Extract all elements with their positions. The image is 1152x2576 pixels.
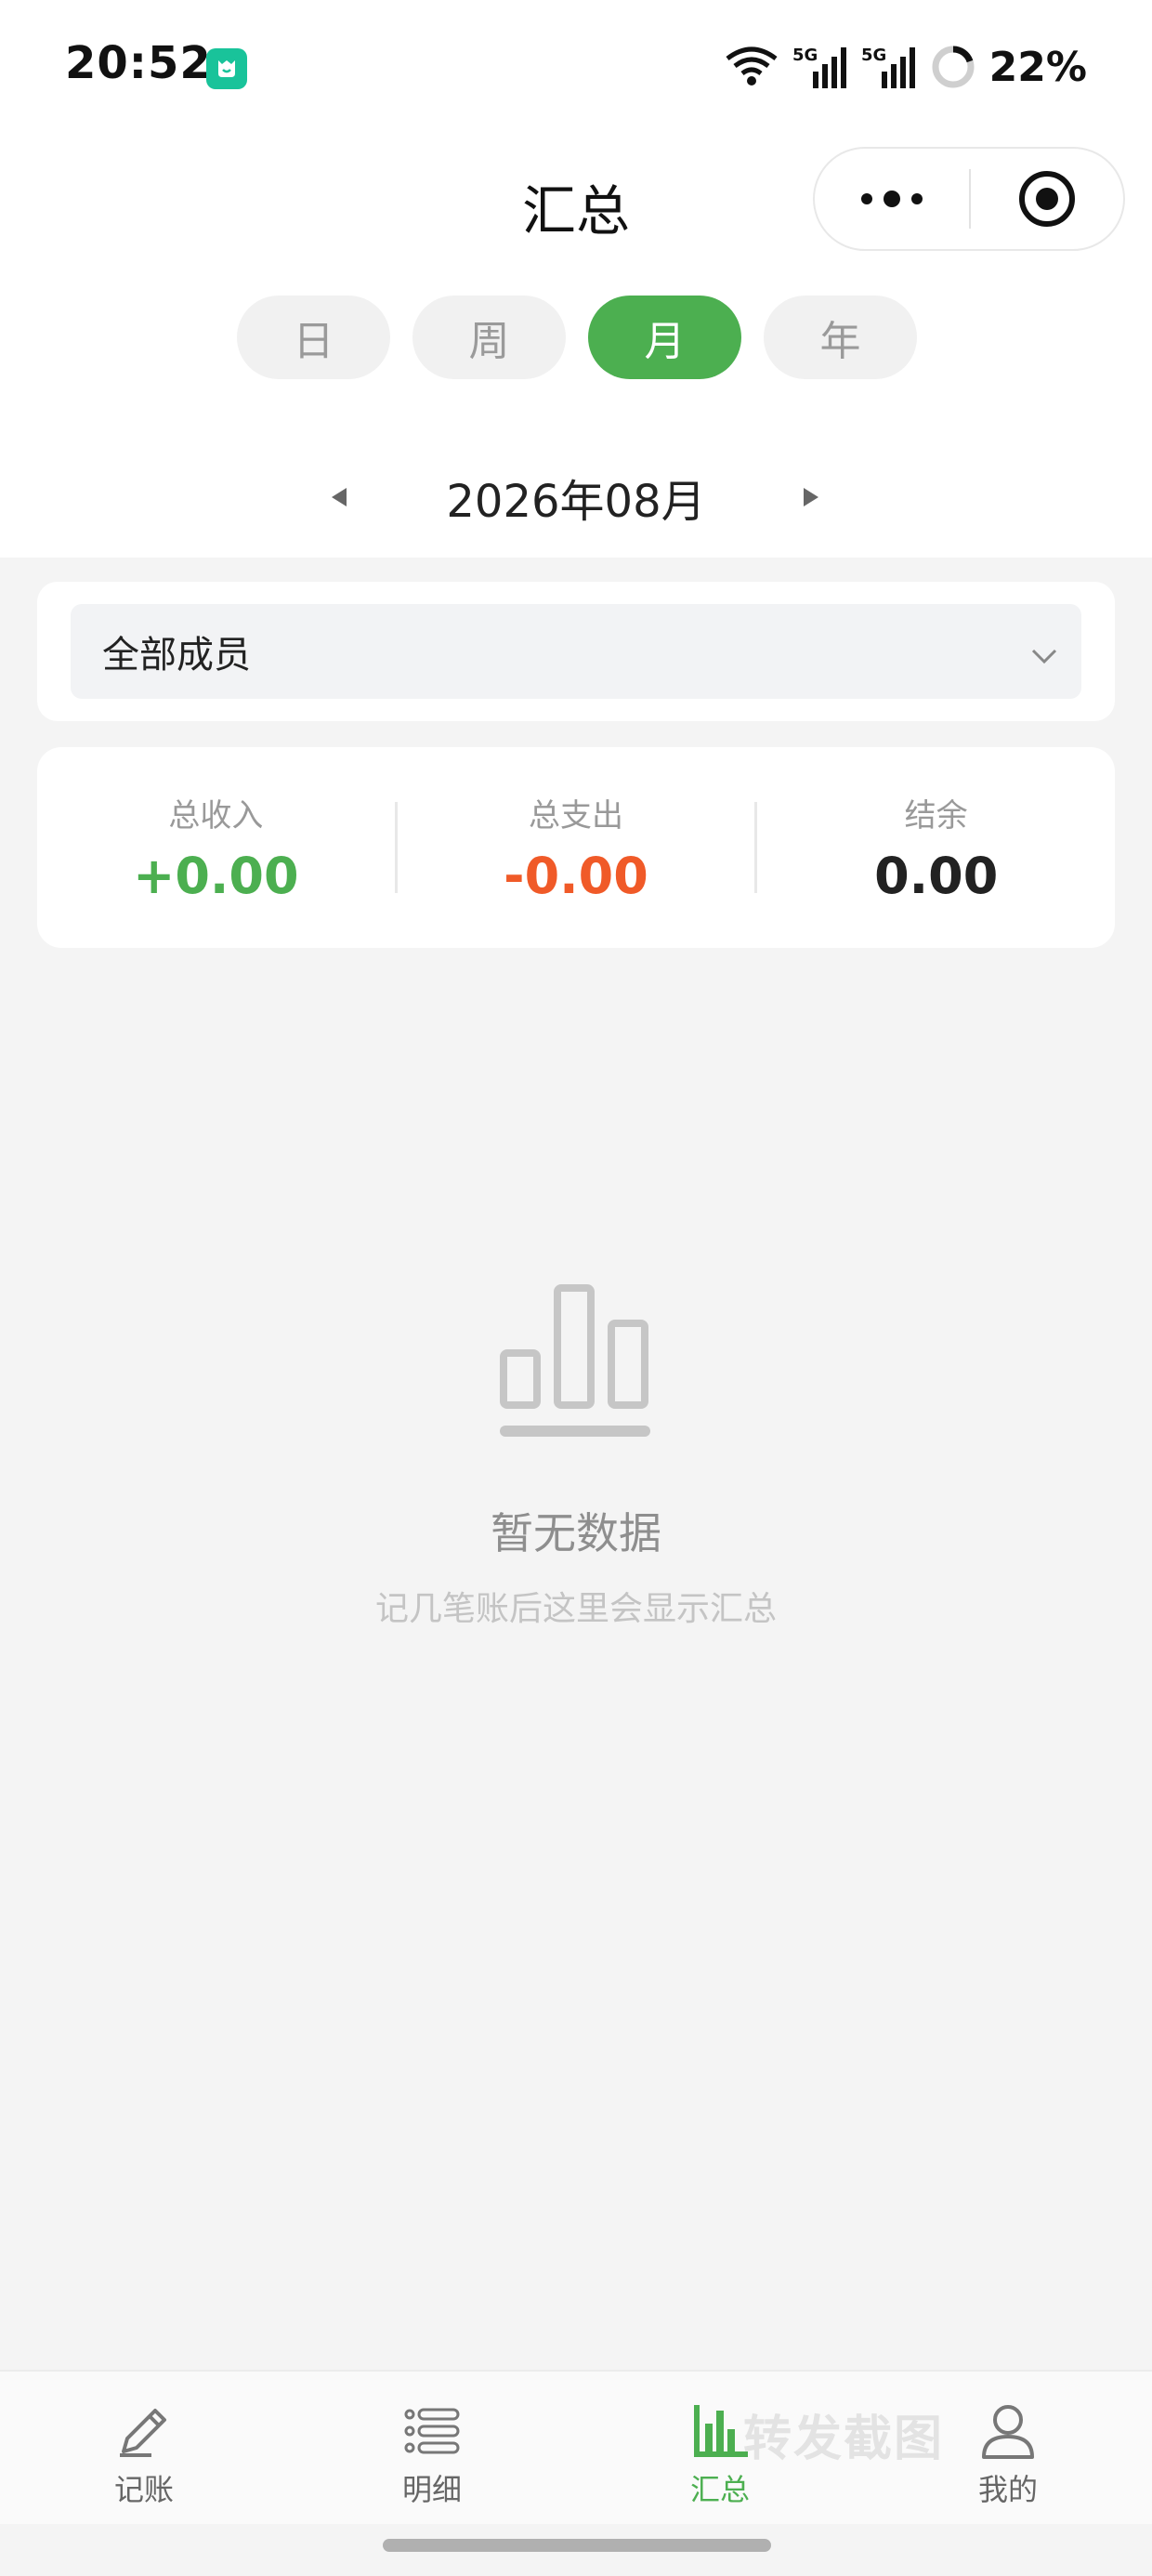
income-label: 总收入 [168,797,264,835]
tab-week[interactable]: 周 [412,296,566,379]
status-icons: 5G 5G 22% [724,41,1087,93]
header: 汇总 [0,139,1152,260]
date-navigator: 2026年08月 [0,446,1152,558]
more-button[interactable] [815,149,969,249]
balance-summary: 结余 0.00 [757,790,1115,905]
list-icon [404,2408,460,2454]
member-select-value: 全部成员 [102,634,251,677]
signal-5g-icon: 5G [861,46,915,88]
status-time: 20:52 [65,37,212,89]
balance-label: 结余 [904,797,968,835]
nav-label: 明细 [401,2472,462,2507]
period-selector-area: 日 周 月 年 2026年08月 [0,260,1152,558]
battery-ring-icon [932,46,975,88]
nav-label: 我的 [977,2472,1038,2507]
home-bar-area [0,2524,1152,2576]
more-dots-icon [861,191,923,207]
nav-item-record[interactable]: 记账 [0,2372,288,2524]
member-select[interactable]: 全部成员 [71,604,1081,699]
nav-item-details[interactable]: 明细 [288,2372,576,2524]
member-filter-card: 全部成员 [37,582,1115,721]
income-value: +0.00 [133,847,299,905]
target-close-icon [1018,171,1075,227]
status-bar: 20:52 5G 5G 22% [0,0,1152,139]
chevron-down-icon [1031,649,1057,664]
signal-5g-icon: 5G [792,46,846,88]
empty-subtitle: 记几笔账后这里会显示汇总 [374,1590,777,1628]
pencil-icon [120,2409,166,2457]
nav-label: 汇总 [689,2472,750,2507]
tab-day[interactable]: 日 [237,296,390,379]
svg-text:5G: 5G [792,46,818,65]
wifi-icon [726,46,778,85]
expense-summary: 总支出 -0.00 [398,790,755,905]
mini-program-capsule [813,147,1125,251]
next-period-button[interactable] [797,483,825,511]
share-watermark: 转发截图 [743,2412,945,2467]
home-indicator[interactable] [383,2539,771,2552]
tab-month[interactable]: 月 [588,296,741,379]
period-tabs: 日 周 月 年 [237,296,917,379]
battery-percent: 22% [988,43,1087,91]
balance-value: 0.00 [874,847,999,905]
current-period-label[interactable]: 2026年08月 [0,465,1152,530]
bottom-nav: 记账 明细 汇总 我的 [0,2370,1152,2524]
income-summary: 总收入 +0.00 [37,790,395,905]
expense-value: -0.00 [504,847,648,905]
empty-title: 暂无数据 [491,1508,661,1558]
close-button[interactable] [971,149,1123,249]
svg-text:5G: 5G [861,46,886,65]
app-notification-icon [206,48,247,89]
expense-label: 总支出 [529,797,623,835]
summary-card: 总收入 +0.00 总支出 -0.00 结余 0.00 [37,747,1115,948]
bar-chart-icon [694,2405,748,2457]
bar-chart-icon [500,1284,650,1437]
empty-state: 暂无数据 记几笔账后这里会显示汇总 [0,1282,1152,1630]
nav-label: 记账 [113,2472,174,2507]
user-icon [982,2405,1034,2459]
page: 20:52 5G 5G 22% 汇总 日 周 月 年 2026年08月 全部成员… [0,0,1152,2576]
triangle-right-icon [804,488,818,506]
tab-year[interactable]: 年 [764,296,917,379]
